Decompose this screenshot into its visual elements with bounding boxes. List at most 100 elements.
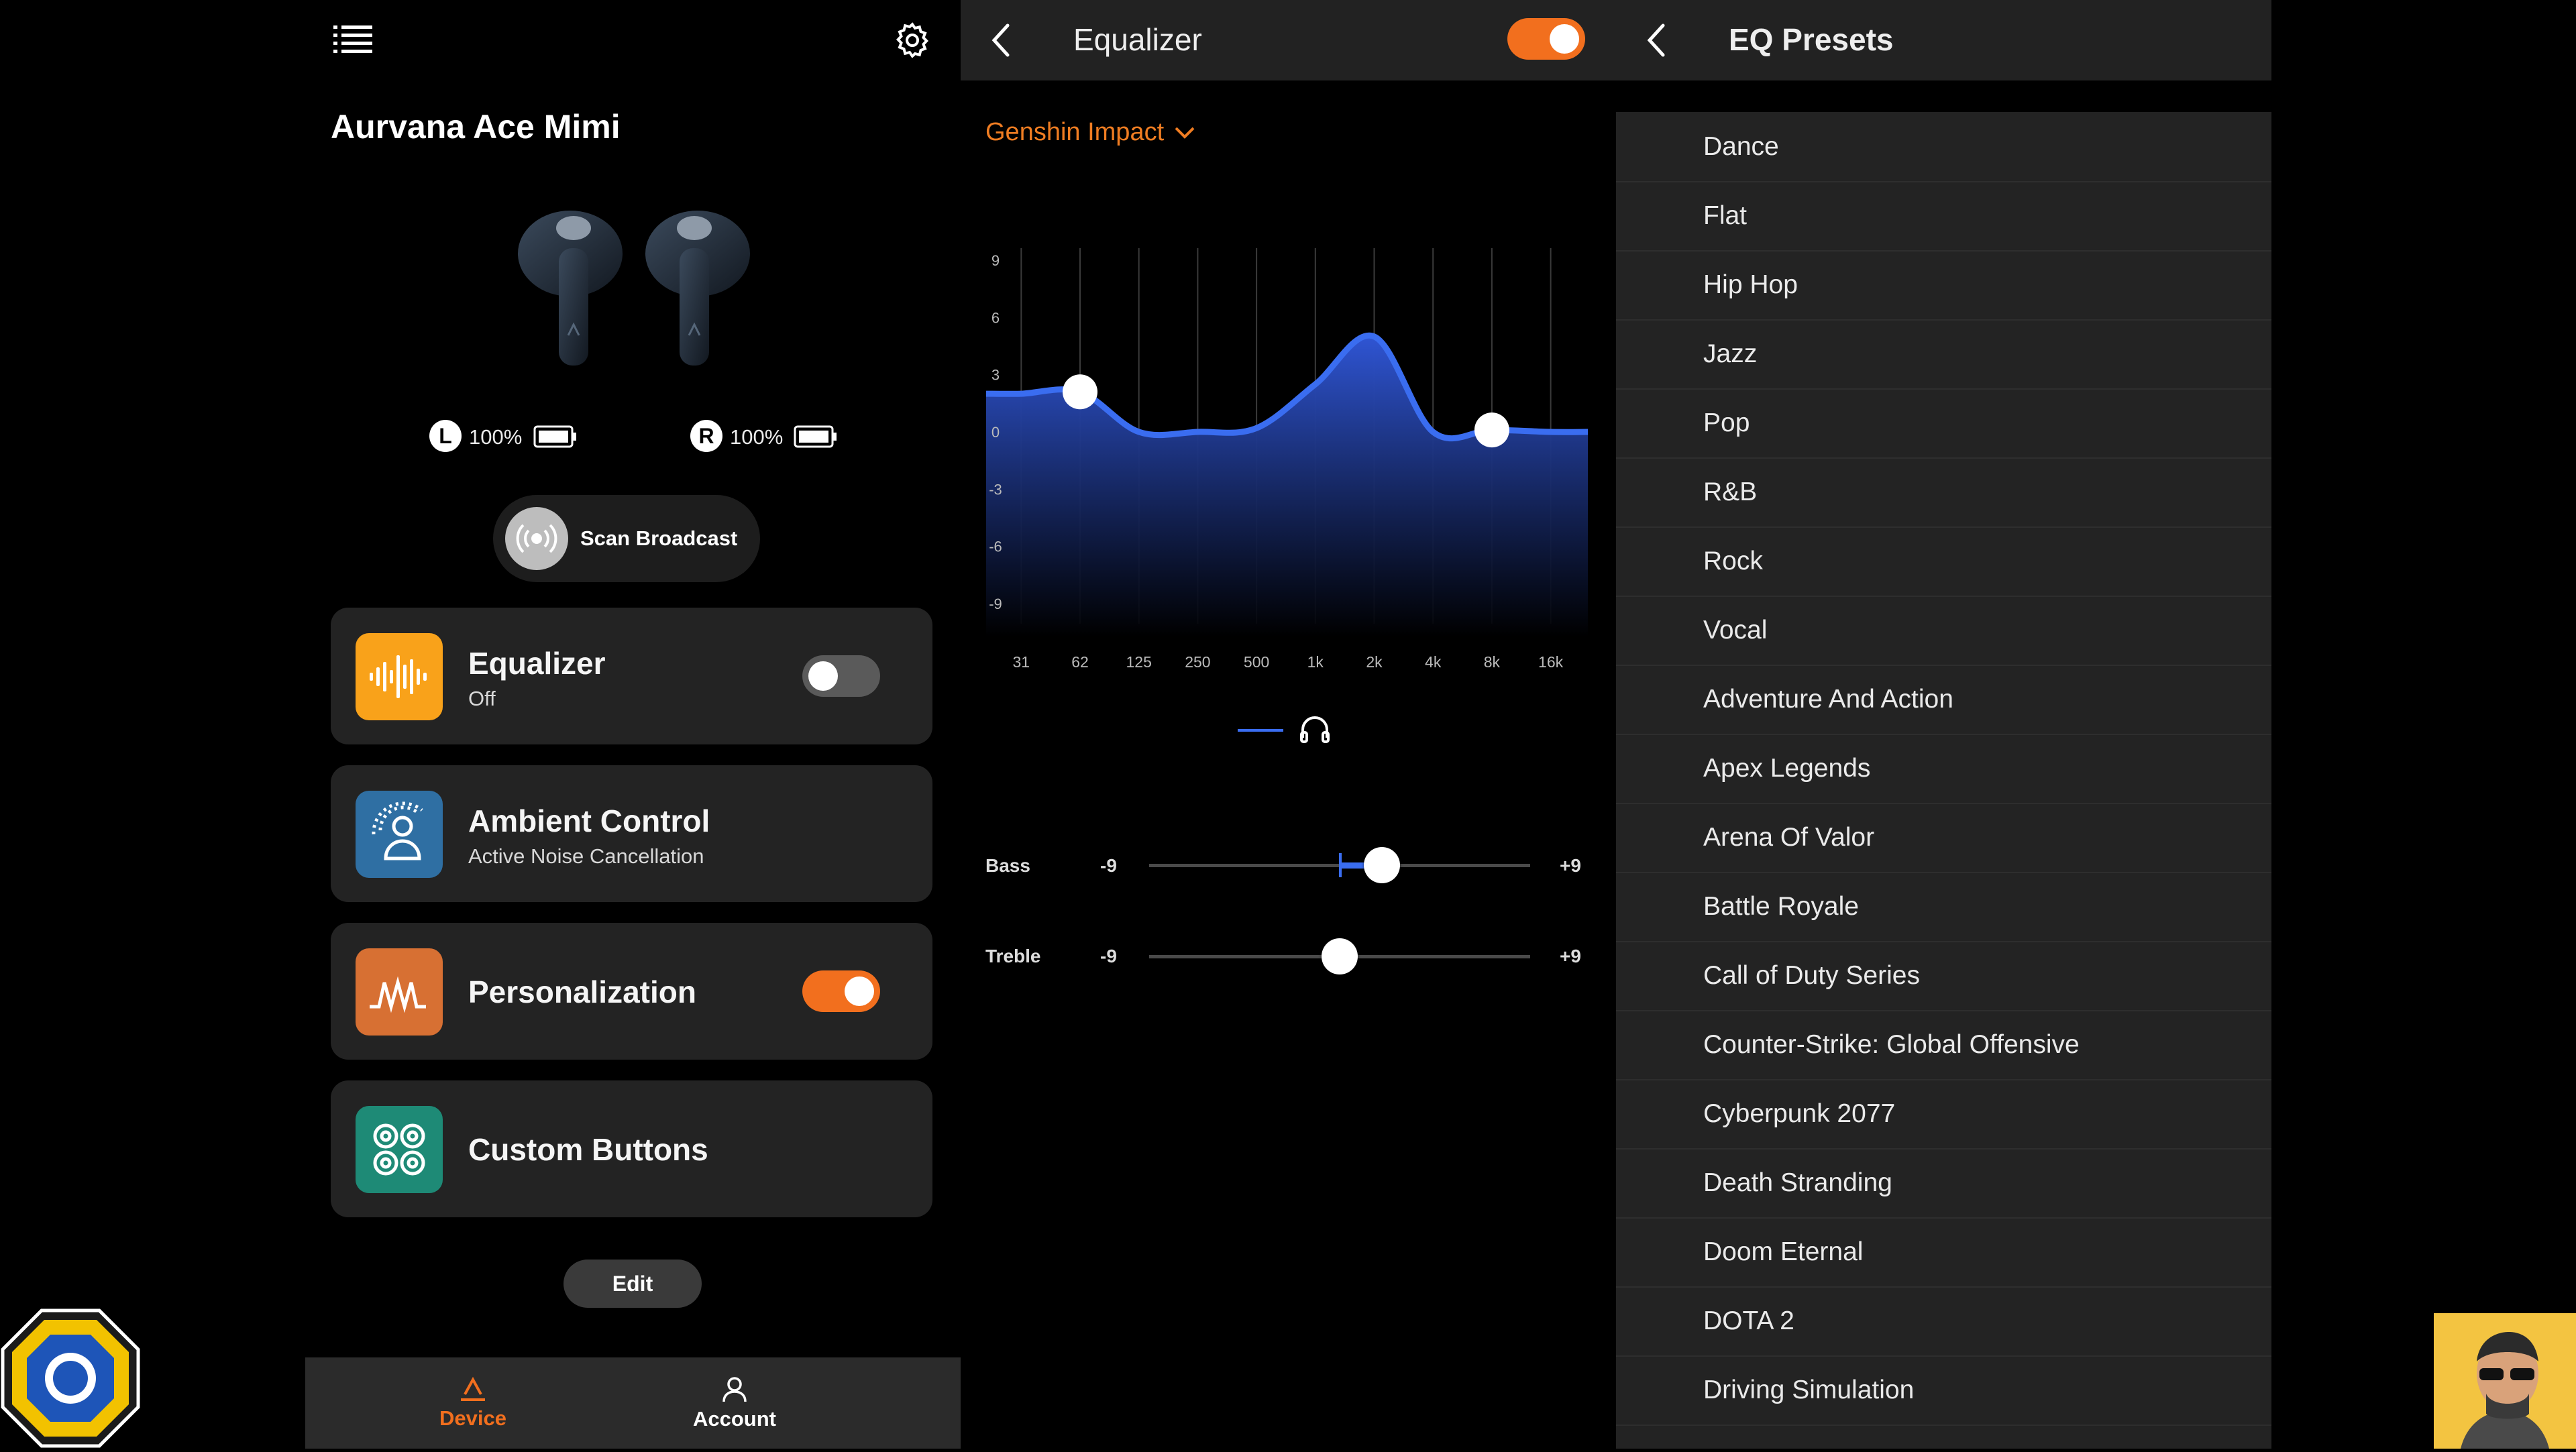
preset-item[interactable]: R&B (1616, 457, 2271, 528)
presets-topbar: EQ Presets (1616, 0, 2271, 80)
custom-buttons-tile (356, 1106, 443, 1193)
equalizer-title: Equalizer (1073, 22, 1202, 57)
scan-broadcast-label: Scan Broadcast (580, 526, 738, 550)
left-badge: L (429, 420, 462, 452)
buttons-grid-icon (373, 1123, 425, 1176)
x-tick-label: 62 (1071, 653, 1089, 671)
preset-dropdown-label: Genshin Impact (985, 118, 1165, 146)
broadcast-icon (505, 507, 568, 570)
preset-dropdown[interactable]: Genshin Impact (985, 118, 1196, 147)
preset-item-label: R&B (1703, 478, 1758, 506)
preset-item[interactable]: Cyberpunk 2077 (1616, 1079, 2271, 1150)
equalizer-card[interactable]: Equalizer Off (331, 608, 932, 744)
card-title: Custom Buttons (468, 1132, 708, 1167)
preset-item[interactable]: DOTA 2 (1616, 1286, 2271, 1357)
battery-icon (794, 425, 838, 451)
account-icon (722, 1377, 747, 1402)
back-arrow-icon[interactable] (1643, 20, 1670, 64)
preset-item[interactable]: Call of Duty Series (1616, 941, 2271, 1011)
preset-item-label: Cyberpunk 2077 (1703, 1099, 1896, 1128)
preset-item-label: Arena Of Valor (1703, 823, 1875, 852)
preset-item-label: Death Stranding (1703, 1168, 1892, 1197)
preset-list: Dance Flat Hip Hop Jazz Pop R&B Rock Vocal Adven… (1616, 112, 2271, 1449)
scan-broadcast-button[interactable]: Scan Broadcast (493, 495, 760, 582)
ambient-control-card[interactable]: Ambient Control Active Noise Cancellatio… (331, 765, 932, 902)
menu-icon[interactable] (333, 24, 374, 54)
x-tick-label: 8k (1484, 653, 1501, 671)
waveform-icon (370, 655, 427, 698)
eq-band-handle[interactable] (1474, 412, 1509, 448)
preset-item[interactable]: Adventure And Action (1616, 665, 2271, 735)
preset-item-label: Dance (1703, 132, 1779, 161)
channel-logo (0, 1308, 141, 1449)
personalization-card[interactable]: Personalization (331, 923, 932, 1060)
treble-min: -9 (1100, 946, 1117, 966)
preset-item-label: Apex Legends (1703, 754, 1871, 783)
battery-icon (533, 425, 578, 451)
y-tick-label: 6 (991, 309, 1000, 326)
edit-button[interactable]: Edit (564, 1260, 702, 1308)
preset-item[interactable]: Arena Of Valor (1616, 803, 2271, 873)
eq-chart[interactable]: 9 6 3 0 -3 -6 -9 31 62 125 250 500 1k 2k 4k 8k 16k (961, 228, 1616, 684)
preset-item-label: Battle Royale (1703, 892, 1859, 921)
treble-slider-thumb[interactable] (1322, 938, 1358, 974)
preset-item[interactable]: Hip Hop (1616, 250, 2271, 321)
right-battery-text: 100% (730, 425, 784, 449)
preset-item[interactable]: Counter-Strike: Global Offensive (1616, 1010, 2271, 1080)
preset-item[interactable]: Jazz (1616, 319, 2271, 390)
treble-max: +9 (1560, 946, 1581, 966)
equalizer-topbar: Equalizer (961, 0, 1616, 80)
card-title: Ambient Control (468, 803, 710, 838)
y-tick-label: -9 (989, 596, 1002, 612)
preset-item-label: Vocal (1703, 616, 1768, 645)
preset-item[interactable]: Death Stranding (1616, 1148, 2271, 1219)
x-tick-label: 500 (1244, 653, 1269, 671)
treble-label: Treble (985, 946, 1041, 966)
x-tick-label: 4k (1425, 653, 1442, 671)
y-tick-label: 9 (991, 252, 1000, 269)
eq-band-handle[interactable] (1063, 374, 1097, 410)
legend-line (1238, 729, 1283, 732)
preset-item[interactable]: Battle Royale (1616, 872, 2271, 942)
card-title: Equalizer (468, 646, 606, 681)
bottom-nav: Device Account (305, 1357, 961, 1449)
y-tick-label: -3 (989, 481, 1002, 498)
nav-account[interactable]: Account (667, 1357, 802, 1449)
chevron-down-icon (1175, 127, 1195, 139)
card-subtitle: Active Noise Cancellation (468, 844, 704, 868)
x-tick-label: 1k (1307, 653, 1324, 671)
device-logo-icon (461, 1376, 485, 1401)
back-arrow-icon[interactable] (987, 20, 1014, 64)
preset-item-label: Pop (1703, 408, 1750, 437)
equalizer-tile (356, 633, 443, 720)
custom-buttons-card[interactable]: Custom Buttons (331, 1080, 932, 1217)
preset-item[interactable]: Driving Simulation (1616, 1355, 2271, 1426)
preset-item-label: Rock (1703, 547, 1763, 575)
preset-item-label: Hip Hop (1703, 270, 1798, 299)
preset-item-label: Driving Simulation (1703, 1376, 1915, 1404)
preset-item[interactable]: Apex Legends (1616, 734, 2271, 804)
preset-item[interactable]: Dance (1616, 112, 2271, 182)
personalization-toggle[interactable] (802, 970, 880, 1012)
preset-item[interactable]: Flat (1616, 181, 2271, 252)
card-title: Personalization (468, 974, 696, 1009)
x-tick-label: 31 (1013, 653, 1030, 671)
nav-device[interactable]: Device (406, 1357, 540, 1449)
preset-item[interactable]: Vocal (1616, 596, 2271, 666)
preset-item[interactable]: Doom Eternal (1616, 1217, 2271, 1288)
bass-slider-thumb[interactable] (1364, 847, 1401, 883)
x-tick-label: 125 (1126, 653, 1152, 671)
bass-label: Bass (985, 855, 1030, 876)
equalizer-enable-toggle[interactable] (1507, 18, 1585, 60)
y-tick-label: 3 (991, 367, 1000, 384)
preset-item[interactable]: Pop (1616, 388, 2271, 459)
preset-item[interactable]: Rock (1616, 526, 2271, 597)
preset-item-label: Counter-Strike: Global Offensive (1703, 1030, 2080, 1059)
headphones-icon (1296, 711, 1334, 752)
personalization-wave-icon (370, 976, 426, 1013)
right-badge: R (690, 420, 722, 452)
preset-item-label: DOTA 2 (1703, 1306, 1794, 1335)
person-sound-icon (372, 801, 423, 860)
equalizer-toggle[interactable] (802, 655, 880, 697)
gear-icon[interactable] (892, 20, 932, 60)
